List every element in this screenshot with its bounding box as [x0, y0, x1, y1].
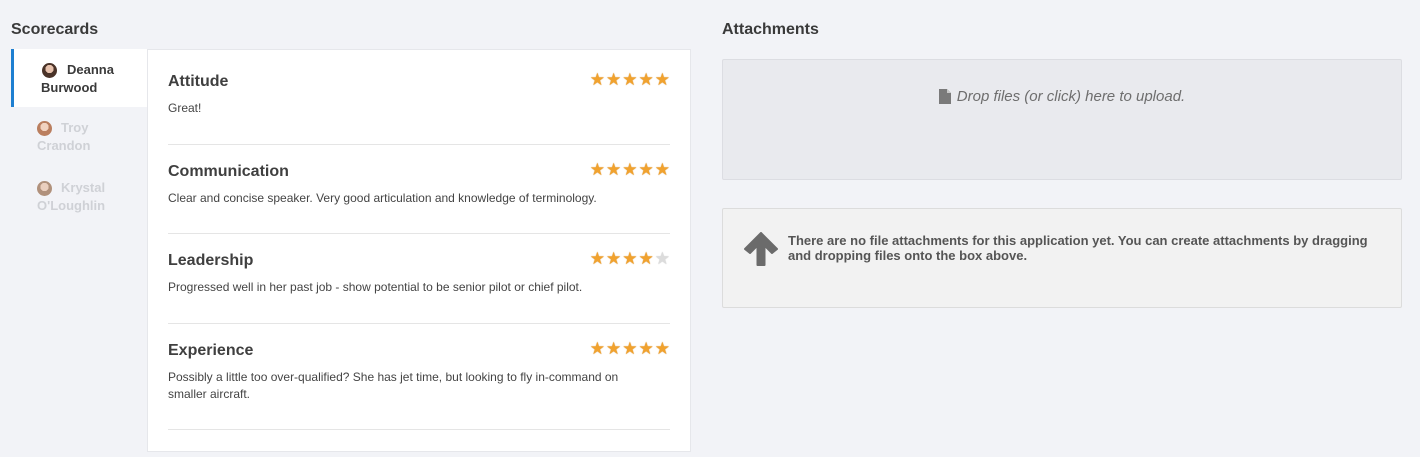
criterion-comment: Possibly a little too over-qualified? Sh…	[168, 370, 619, 401]
star-filled-icon: ★	[622, 249, 638, 268]
star-filled-icon: ★	[638, 339, 654, 358]
criterion-comment: Great!	[168, 101, 202, 115]
star-filled-icon: ★	[622, 339, 638, 358]
star-empty-icon: ★	[654, 249, 670, 268]
scorecard-panel: Attitude Great! ★ ★ ★ ★ ★ Communication Clea…	[147, 49, 691, 452]
criterion-comment: Clear and concise speaker. Very good art…	[168, 191, 597, 205]
star-filled-icon: ★	[622, 160, 638, 179]
file-icon	[938, 89, 951, 104]
star-filled-icon: ★	[589, 160, 605, 179]
reviewer-last-name: Burwood	[41, 80, 98, 95]
file-dropzone[interactable]: Drop files (or click) here to upload.	[722, 59, 1402, 180]
star-rating: ★ ★ ★ ★ ★	[590, 71, 670, 88]
dropzone-label-wrap: Drop files (or click) here to upload.	[723, 88, 1401, 105]
star-filled-icon: ★	[638, 160, 654, 179]
reviewer-last-name: O'Loughlin	[37, 198, 106, 213]
reviewer-name: Krystal O'Loughlin	[37, 179, 138, 215]
scorecards-title: Scorecards	[11, 21, 99, 38]
reviewer-tab-krystal-oloughlin[interactable]: Krystal O'Loughlin	[11, 167, 148, 227]
arrow-up-icon	[744, 232, 778, 266]
avatar	[42, 63, 57, 78]
star-filled-icon: ★	[654, 339, 670, 358]
reviewer-tab-troy-crandon[interactable]: Troy Crandon	[11, 107, 148, 167]
star-filled-icon: ★	[654, 70, 670, 89]
star-filled-icon: ★	[606, 70, 622, 89]
avatar	[37, 181, 52, 196]
star-filled-icon: ★	[589, 249, 605, 268]
no-attachments-notice: There are no file attachments for this a…	[722, 208, 1402, 308]
star-filled-icon: ★	[606, 249, 622, 268]
no-attachments-message: There are no file attachments for this a…	[788, 233, 1368, 263]
star-filled-icon: ★	[589, 70, 605, 89]
reviewer-tabs: Deanna Burwood Troy Crandon Krystal O'Lo…	[11, 49, 148, 227]
reviewer-first-name: Krystal	[61, 180, 106, 195]
star-filled-icon: ★	[638, 249, 654, 268]
reviewer-first-name: Troy	[61, 120, 89, 135]
attachments-title: Attachments	[722, 21, 819, 38]
star-rating: ★ ★ ★ ★ ★	[590, 340, 670, 357]
criterion-experience: Experience Possibly a little too over-qu…	[168, 340, 670, 430]
criterion-communication: Communication Clear and concise speaker.…	[168, 161, 670, 234]
criterion-leadership: Leadership Progressed well in her past j…	[168, 250, 670, 324]
reviewer-name: Troy Crandon	[37, 119, 138, 155]
star-filled-icon: ★	[638, 70, 654, 89]
reviewer-tab-deanna-burwood[interactable]: Deanna Burwood	[11, 49, 148, 107]
star-rating: ★ ★ ★ ★ ★	[590, 161, 670, 178]
reviewer-last-name: Crandon	[37, 138, 91, 153]
criterion-comment: Progressed well in her past job - show p…	[168, 280, 583, 294]
avatar	[37, 121, 52, 136]
star-filled-icon: ★	[622, 70, 638, 89]
star-filled-icon: ★	[589, 339, 605, 358]
star-filled-icon: ★	[606, 339, 622, 358]
star-filled-icon: ★	[606, 160, 622, 179]
criterion-attitude: Attitude Great! ★ ★ ★ ★ ★	[168, 71, 670, 145]
star-filled-icon: ★	[654, 160, 670, 179]
star-rating: ★ ★ ★ ★ ★	[590, 250, 670, 267]
dropzone-label: Drop files (or click) here to upload.	[956, 88, 1186, 105]
reviewer-first-name: Deanna	[67, 62, 114, 77]
